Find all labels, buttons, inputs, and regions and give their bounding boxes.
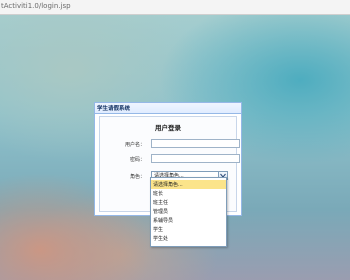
panel-title: 学生请假系统 <box>97 106 131 112</box>
username-label: 用户名： <box>124 142 145 148</box>
role-label: 角色： <box>129 174 145 180</box>
panel-header: 学生请假系统 <box>95 103 241 114</box>
role-option-monitor[interactable]: 班长 <box>151 189 226 198</box>
role-option-admin[interactable]: 管理员 <box>151 207 226 216</box>
username-input[interactable] <box>151 139 240 148</box>
role-option-student-office[interactable]: 学生处 <box>151 234 226 243</box>
role-option-counselor[interactable]: 系辅导员 <box>151 216 226 225</box>
form-title: 用户登录 <box>155 124 181 132</box>
address-bar[interactable]: tActiviti1.0/login.jsp <box>0 0 350 15</box>
role-dropdown: 请选择角色... 班长 班主任 管理员 系辅导员 学生 学生处 <box>150 177 227 247</box>
role-option-student[interactable]: 学生 <box>151 225 226 234</box>
password-input[interactable] <box>151 154 240 163</box>
role-option-placeholder[interactable]: 请选择角色... <box>151 180 226 189</box>
password-label: 密码： <box>129 157 145 163</box>
role-option-head-teacher[interactable]: 班主任 <box>151 198 226 207</box>
url-text: tActiviti1.0/login.jsp <box>1 2 71 10</box>
